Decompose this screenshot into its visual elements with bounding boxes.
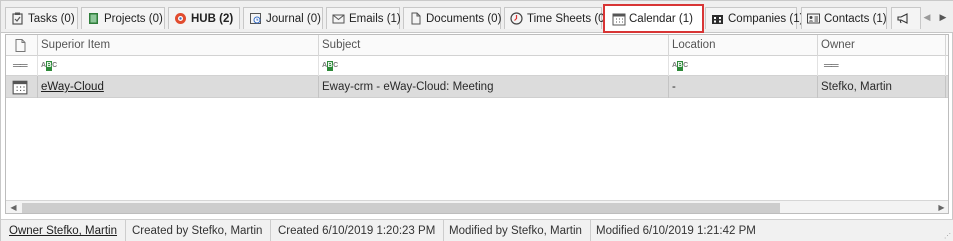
filter-cell-subject[interactable]: ABC xyxy=(319,56,669,76)
tab-label: Calendar (1) xyxy=(629,12,693,25)
tab-contacts[interactable]: Contacts (1) xyxy=(801,7,887,29)
envelope-icon xyxy=(332,12,345,25)
clock-icon xyxy=(510,12,523,25)
tab-journal[interactable]: Journal (0) xyxy=(243,7,323,29)
tab-time-sheets[interactable]: Time Sheets (0) xyxy=(504,7,608,29)
created-by-status: Created by Stefko, Martin xyxy=(124,220,272,241)
tab-label: Journal (0) xyxy=(266,12,321,25)
journal-icon xyxy=(249,12,262,25)
task-clipboard-icon xyxy=(11,12,24,25)
hub-icon xyxy=(174,12,187,25)
tab-strip: Tasks (0) Projects (0) HUB (2) Journal (… xyxy=(1,1,953,33)
text-filter-icon: ABC xyxy=(672,61,688,71)
location-cell: - xyxy=(669,76,818,98)
calendar-grid: Superior Item Subject Location Owner S ═… xyxy=(5,34,949,214)
megaphone-icon xyxy=(897,12,910,25)
modified-status: Modified 6/10/2019 1:21:42 PM xyxy=(596,225,756,237)
tab-label: Documents (0) xyxy=(426,12,502,25)
superior-item-link[interactable]: eWay-Cloud xyxy=(41,81,104,93)
modified-by-status: Modified by Stefko, Martin xyxy=(441,220,591,241)
tab-overflow[interactable] xyxy=(891,7,921,29)
tab-tasks[interactable]: Tasks (0) xyxy=(5,7,78,29)
text-filter-icon: ABC xyxy=(41,61,57,71)
filter-cell-superior-item[interactable]: ABC xyxy=(38,56,319,76)
filter-cell-type[interactable]: ══ xyxy=(6,56,38,76)
owner-cell: Stefko, Martin xyxy=(818,76,946,98)
owner-link[interactable]: Owner Stefko, Martin xyxy=(9,225,117,237)
tab-label: Companies (1) xyxy=(728,12,804,25)
item-type-column-header[interactable] xyxy=(6,35,38,56)
tab-hub[interactable]: HUB (2) xyxy=(168,7,240,29)
tab-documents[interactable]: Documents (0) xyxy=(403,7,501,29)
status-bar: Owner Stefko, Martin Created by Stefko, … xyxy=(1,219,953,241)
horizontal-scrollbar[interactable]: ◀ ▶ xyxy=(6,200,948,213)
tab-label: Contacts (1) xyxy=(824,12,887,25)
tab-emails[interactable]: Emails (1) xyxy=(326,7,401,29)
calendar-icon xyxy=(612,12,626,26)
column-header-location[interactable]: Location xyxy=(669,35,818,56)
equals-filter-icon: ══ xyxy=(824,60,839,72)
scroll-right-arrow-icon[interactable]: ▶ xyxy=(934,201,948,213)
tabs-scroll-left-button[interactable]: ◀ xyxy=(921,10,933,24)
scrollbar-thumb[interactable] xyxy=(22,203,780,213)
column-header-subject[interactable]: Subject xyxy=(319,35,669,56)
row-type-cell xyxy=(6,76,38,98)
superior-item-cell: eWay-Cloud xyxy=(38,76,319,98)
tab-companies[interactable]: Companies (1) xyxy=(705,7,803,29)
filter-cell-location[interactable]: ABC xyxy=(669,56,818,76)
filter-cell-owner[interactable]: ══ xyxy=(818,56,946,76)
calendar-icon xyxy=(12,80,28,98)
created-status: Created 6/10/2019 1:20:23 PM xyxy=(270,220,445,241)
document-icon xyxy=(409,12,422,25)
document-icon xyxy=(15,39,26,55)
table-row[interactable]: eWay-Cloud Eway-crm - eWay-Cloud: Meetin… xyxy=(6,76,948,98)
building-icon xyxy=(711,12,724,25)
tab-label: Tasks (0) xyxy=(28,12,75,25)
status-cell xyxy=(946,76,948,98)
resize-grip-icon[interactable]: ⋰ xyxy=(944,232,952,240)
contact-card-icon xyxy=(807,12,820,25)
column-header-superior-item[interactable]: Superior Item xyxy=(38,35,319,56)
grid-filter-row: ══ ABC ABC ABC ══ xyxy=(6,56,948,76)
tab-label: Projects (0) xyxy=(104,12,163,25)
window-frame: Tasks (0) Projects (0) HUB (2) Journal (… xyxy=(0,0,953,241)
column-header-s[interactable]: S xyxy=(946,35,948,56)
tab-calendar[interactable]: Calendar (1) xyxy=(603,4,704,33)
tabs-scroll-right-button[interactable]: ▶ xyxy=(937,10,949,24)
column-header-owner[interactable]: Owner xyxy=(818,35,946,56)
tab-label: Emails (1) xyxy=(349,12,401,25)
text-filter-icon: ABC xyxy=(322,61,338,71)
subject-cell: Eway-crm - eWay-Cloud: Meeting xyxy=(319,76,669,98)
tab-label: HUB (2) xyxy=(191,12,234,25)
scroll-left-arrow-icon[interactable]: ◀ xyxy=(6,201,21,213)
tab-label: Time Sheets (0) xyxy=(527,12,609,25)
equals-filter-icon: ══ xyxy=(13,60,28,72)
grid-header-row: Superior Item Subject Location Owner S xyxy=(6,35,948,56)
project-book-icon xyxy=(87,12,100,25)
owner-status[interactable]: Owner Stefko, Martin xyxy=(1,220,127,241)
tab-projects[interactable]: Projects (0) xyxy=(81,7,165,29)
